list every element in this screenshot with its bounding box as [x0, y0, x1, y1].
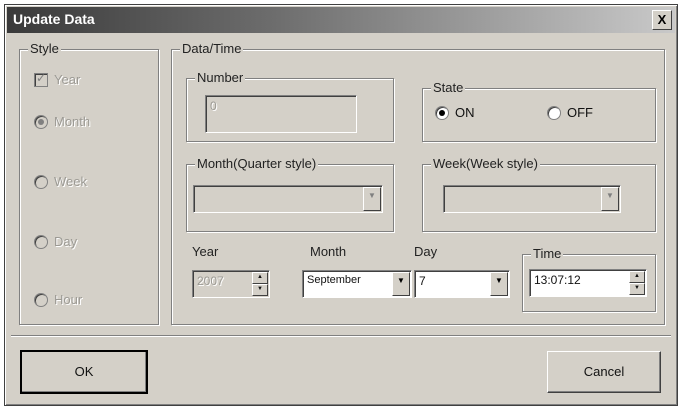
window-title: Update Data	[13, 11, 95, 27]
day-style-radio[interactable]	[34, 234, 48, 249]
day-select[interactable]: 7 ▼	[414, 270, 510, 298]
close-button[interactable]: X	[652, 10, 672, 30]
month-quarter-select[interactable]: ▼	[193, 185, 383, 213]
time-group: Time 13:07:12 ▲ ▼	[522, 246, 656, 312]
title-bar[interactable]: Update Data X	[7, 7, 675, 33]
month-value: September	[307, 274, 361, 286]
chevron-down-icon[interactable]: ▼	[601, 187, 619, 211]
time-field[interactable]: 13:07:12 ▲ ▼	[529, 269, 647, 297]
number-value: 0	[210, 99, 217, 113]
style-option-day[interactable]: Day	[34, 234, 77, 249]
month-label: Month	[310, 244, 347, 259]
hour-style-radio[interactable]	[34, 292, 48, 307]
style-group: Style Year Month Week Day Hour	[19, 41, 159, 325]
datetime-group-legend: Data/Time	[180, 41, 244, 56]
chevron-down-icon[interactable]: ▼	[363, 187, 381, 211]
ok-button-label: OK	[74, 364, 94, 379]
number-field[interactable]: 0	[205, 95, 357, 133]
style-option-hour[interactable]: Hour	[34, 292, 82, 307]
chevron-down-icon[interactable]: ▼	[392, 272, 410, 296]
year-label: Year	[192, 244, 219, 259]
arrow-up-icon[interactable]: ▲	[252, 272, 268, 284]
number-group: Number 0	[186, 70, 394, 142]
state-off-radio[interactable]	[547, 105, 561, 120]
day-value: 7	[419, 274, 426, 288]
update-data-dialog: Update Data X Style Year Month Week Day …	[4, 4, 678, 406]
ok-button[interactable]: OK	[20, 350, 148, 394]
time-value: 13:07:12	[534, 273, 581, 287]
week-style-legend: Week(Week style)	[431, 156, 540, 171]
arrow-down-icon[interactable]: ▼	[252, 284, 268, 296]
day-label: Day	[414, 244, 438, 259]
state-on-option[interactable]: ON	[435, 105, 475, 120]
number-legend: Number	[195, 70, 246, 85]
month-quarter-group: Month(Quarter style) ▼	[186, 156, 394, 232]
style-option-year[interactable]: Year	[34, 71, 81, 87]
chevron-down-icon[interactable]: ▼	[490, 272, 508, 296]
close-icon: X	[657, 12, 667, 27]
month-style-radio[interactable]	[34, 114, 48, 129]
time-spinner[interactable]: ▲ ▼	[629, 271, 645, 295]
arrow-up-icon[interactable]: ▲	[629, 271, 645, 283]
cancel-button-label: Cancel	[583, 364, 625, 379]
style-option-label: Day	[54, 234, 78, 249]
arrow-down-icon[interactable]: ▼	[629, 283, 645, 295]
week-style-select[interactable]: ▼	[443, 185, 621, 213]
style-option-label: Year	[54, 72, 81, 87]
datetime-group: Data/Time Number 0 State ON OFF Month(Qu…	[171, 41, 665, 325]
month-select[interactable]: September ▼	[302, 270, 412, 298]
state-group: State ON OFF	[422, 80, 656, 142]
state-on-radio[interactable]	[435, 105, 449, 120]
style-option-label: Week	[54, 174, 87, 189]
year-value: 2007	[197, 274, 224, 288]
style-option-label: Hour	[54, 292, 83, 307]
week-style-group: Week(Week style) ▼	[422, 156, 656, 232]
divider	[11, 335, 671, 337]
time-label: Time	[531, 246, 564, 261]
style-option-month[interactable]: Month	[34, 114, 90, 129]
style-option-label: Month	[54, 114, 91, 129]
state-off-label: OFF	[567, 105, 593, 120]
state-legend: State	[431, 80, 466, 95]
style-group-legend: Style	[28, 41, 61, 56]
week-style-radio[interactable]	[34, 174, 48, 189]
cancel-button[interactable]: Cancel	[547, 351, 661, 393]
style-option-week[interactable]: Week	[34, 174, 87, 189]
state-off-option[interactable]: OFF	[547, 105, 593, 120]
year-style-checkbox[interactable]	[34, 71, 48, 87]
state-on-label: ON	[455, 105, 475, 120]
year-spinner[interactable]: ▲ ▼	[252, 272, 268, 296]
year-field[interactable]: 2007 ▲ ▼	[192, 270, 270, 298]
month-quarter-legend: Month(Quarter style)	[195, 156, 319, 171]
